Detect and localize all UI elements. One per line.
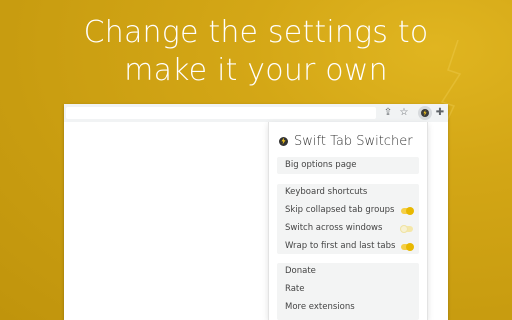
browser-window: ⇪ ☆ ✚ Swift Tab Switcher Big options pag… [64, 104, 448, 320]
settings-group: Keyboard shortcuts Skip collapsed tab gr… [277, 184, 419, 254]
headline-line-1: Change the settings to [83, 15, 429, 50]
popup-header: Swift Tab Switcher [279, 132, 413, 150]
headline: Change the settings to make it your own [0, 14, 512, 90]
more-extensions-link[interactable]: More extensions [285, 302, 355, 312]
toggle-knob [406, 243, 414, 251]
toggle-knob [400, 225, 408, 233]
rate-link[interactable]: Rate [285, 284, 305, 294]
headline-line-2: make it your own [124, 53, 388, 88]
switch-across-windows-toggle[interactable] [400, 225, 413, 233]
keyboard-shortcuts-link[interactable]: Keyboard shortcuts [285, 187, 367, 197]
swift-tab-switcher-extension-icon[interactable] [418, 106, 432, 120]
extension-popup: Swift Tab Switcher Big options page Keyb… [268, 122, 428, 320]
puzzle-icon[interactable]: ✚ [434, 107, 446, 119]
popup-title: Swift Tab Switcher [294, 133, 413, 149]
toggle-knob [406, 207, 414, 215]
browser-toolbar: ⇪ ☆ ✚ [64, 104, 448, 122]
switch-across-windows-label: Switch across windows [285, 223, 383, 233]
options-group: Big options page [277, 157, 419, 174]
star-icon[interactable]: ☆ [398, 107, 410, 119]
big-options-page-link[interactable]: Big options page [285, 160, 357, 170]
address-bar[interactable] [66, 107, 376, 119]
extension-logo [421, 109, 429, 117]
links-group: Donate Rate More extensions [277, 263, 419, 320]
wrap-first-last-tabs-label: Wrap to first and last tabs [285, 241, 396, 251]
donate-link[interactable]: Donate [285, 266, 316, 276]
skip-collapsed-tab-groups-toggle[interactable] [401, 207, 414, 215]
lightning-logo-icon [279, 136, 288, 146]
wrap-first-last-tabs-toggle[interactable] [401, 243, 414, 251]
share-icon[interactable]: ⇪ [382, 107, 394, 119]
skip-collapsed-tab-groups-label: Skip collapsed tab groups [285, 205, 395, 215]
